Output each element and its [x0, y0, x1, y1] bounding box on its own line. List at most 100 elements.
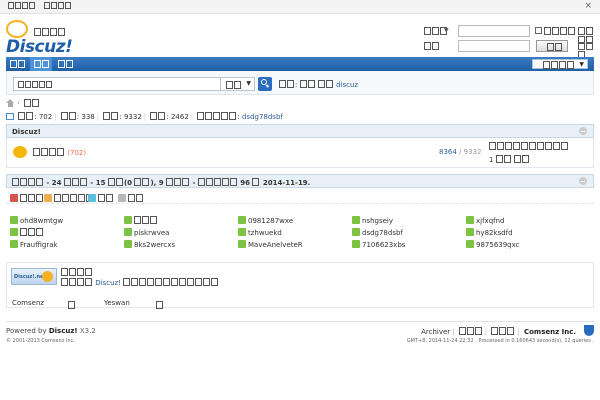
- chevron-down-icon: ▼: [579, 61, 584, 68]
- stat-today: : 702: [18, 112, 52, 121]
- partner-links: Comsenz Yeswan: [6, 297, 594, 309]
- links-title[interactable]: [61, 268, 93, 277]
- user-green-icon: [238, 216, 246, 224]
- site-logo[interactable]: Discuz!: [6, 20, 76, 57]
- hot-term-1[interactable]: [299, 80, 316, 89]
- login-form: ▼: [424, 25, 600, 59]
- online-user[interactable]: [124, 216, 158, 226]
- forum-stats: : 702 | : 338 | : 9332 | : 2462 | : dsdg78ds…: [6, 112, 406, 122]
- nav-tab-forum[interactable]: [30, 57, 52, 71]
- user-cyan-icon: [88, 194, 96, 202]
- links-description: Discuz!: [61, 278, 219, 287]
- user-green-icon: [352, 228, 360, 236]
- online-user[interactable]: 7106623xbs: [352, 240, 405, 250]
- remember-checkbox[interactable]: [535, 27, 542, 34]
- user-green-icon: [352, 216, 360, 224]
- online-user[interactable]: dsdg78dsbf: [352, 228, 403, 238]
- user-orange-icon: [44, 194, 52, 202]
- hot-search-label: :: [279, 80, 297, 89]
- user-green-icon: [238, 240, 246, 248]
- close-icon[interactable]: ×: [584, 1, 592, 11]
- discuz-brand-link[interactable]: Discuz!: [49, 327, 78, 335]
- footer-link-3[interactable]: [491, 327, 515, 336]
- nav-tab-portal[interactable]: [6, 57, 28, 71]
- forum-bubble-icon: [13, 146, 27, 158]
- footer-link-2[interactable]: [458, 327, 483, 336]
- online-user[interactable]: tzhwuekd: [238, 228, 282, 238]
- forum-name[interactable]: (702): [33, 148, 86, 157]
- login-button[interactable]: [536, 40, 568, 52]
- server-time: GMT+8, 2014-11-24 22:32 , Processed in 0…: [406, 338, 594, 344]
- category-title[interactable]: Discuz!: [12, 128, 41, 136]
- home-icon[interactable]: [6, 99, 14, 107]
- online-user[interactable]: piskrwvea: [124, 228, 169, 238]
- footer-link-archiver[interactable]: Archiver: [421, 328, 450, 336]
- online-user[interactable]: ohd8wmtgw: [10, 216, 63, 226]
- chevron-down-icon[interactable]: ▼: [444, 27, 449, 34]
- stat-members: : 2462: [150, 112, 189, 121]
- discuz-link-logo[interactable]: Discuz!.net: [11, 268, 57, 285]
- online-user[interactable]: Frauffigrak: [10, 240, 58, 250]
- username-input[interactable]: [458, 25, 530, 37]
- search-scope-select[interactable]: ▼: [221, 77, 255, 91]
- online-user[interactable]: 0981287wxe: [238, 216, 293, 226]
- search-placeholder: [18, 81, 53, 89]
- forum-row: (702) 8364 / 9332 1: [6, 138, 594, 168]
- top-link-set-home[interactable]: [8, 2, 36, 10]
- collapse-icon[interactable]: [579, 127, 587, 135]
- top-link-favorite[interactable]: [44, 2, 72, 10]
- user-grey-icon: [118, 194, 126, 202]
- user-green-icon: [124, 216, 132, 224]
- user-green-icon: [466, 240, 474, 248]
- logo-word: Discuz!: [6, 37, 73, 57]
- quick-nav-dropdown[interactable]: ▼: [532, 59, 588, 69]
- legend-admin: [10, 194, 44, 203]
- search-input[interactable]: [13, 77, 221, 91]
- online-summary: - 24 - 15 (0 ), 9 - 96 2014-11-19.: [12, 178, 310, 187]
- stats-chart-icon: [6, 113, 14, 120]
- password-input[interactable]: [458, 40, 530, 52]
- online-user[interactable]: MaveAnelveteR: [238, 240, 303, 250]
- user-red-icon: [10, 194, 18, 202]
- forum-last-post: 1: [489, 142, 569, 164]
- breadcrumb-separator: ›: [17, 99, 20, 107]
- user-green-icon: [352, 240, 360, 248]
- logo-bubble-icon: [6, 20, 28, 38]
- online-user[interactable]: xjfxqfnd: [466, 216, 504, 226]
- footer-links: Archiver | | | Comsenz Inc.: [421, 327, 576, 336]
- online-legend: [6, 190, 594, 204]
- legend-member: [118, 194, 144, 203]
- online-user[interactable]: 9875639qxc: [466, 240, 520, 250]
- last-post-meta: 1: [489, 155, 569, 164]
- hot-term-2[interactable]: [317, 80, 334, 89]
- hot-term-discuz[interactable]: discuz: [336, 81, 358, 89]
- partner-link-yeswan[interactable]: Yeswan: [104, 299, 130, 307]
- stat-yesterday: : 338: [60, 112, 95, 121]
- online-user[interactable]: hy82ksdfd: [466, 228, 513, 238]
- login-row-password: [424, 40, 600, 59]
- hot-search: : discuz: [279, 80, 358, 89]
- user-green-icon: [466, 216, 474, 224]
- partner-link-comsenz[interactable]: Comsenz: [12, 299, 44, 307]
- breadcrumb: ›: [6, 99, 594, 109]
- user-green-icon: [238, 228, 246, 236]
- newest-member-link[interactable]: dsdg78dsbf: [242, 113, 283, 121]
- footer-link-comsenz[interactable]: Comsenz Inc.: [524, 328, 576, 336]
- collapse-icon[interactable]: [579, 177, 587, 185]
- online-user[interactable]: [10, 228, 44, 238]
- chevron-down-icon: ▼: [246, 80, 251, 87]
- online-members-header: - 24 - 15 (0 ), 9 - 96 2014-11-19.: [6, 174, 594, 188]
- forum-category-header: Discuz!: [6, 124, 594, 138]
- shield-icon[interactable]: [584, 325, 594, 336]
- search-button[interactable]: [258, 77, 272, 91]
- breadcrumb-current[interactable]: [24, 99, 40, 108]
- last-post-title[interactable]: [489, 142, 569, 151]
- legend-super-mod: [44, 194, 94, 203]
- user-green-icon: [10, 228, 18, 236]
- online-user[interactable]: 8ks2wercxs: [124, 240, 175, 250]
- logo-badge-icon: [42, 271, 53, 282]
- online-user[interactable]: nshgseiy: [352, 216, 393, 226]
- nav-tab-home[interactable]: [54, 57, 76, 71]
- user-green-icon: [10, 216, 18, 224]
- logo-tagline: [34, 28, 66, 37]
